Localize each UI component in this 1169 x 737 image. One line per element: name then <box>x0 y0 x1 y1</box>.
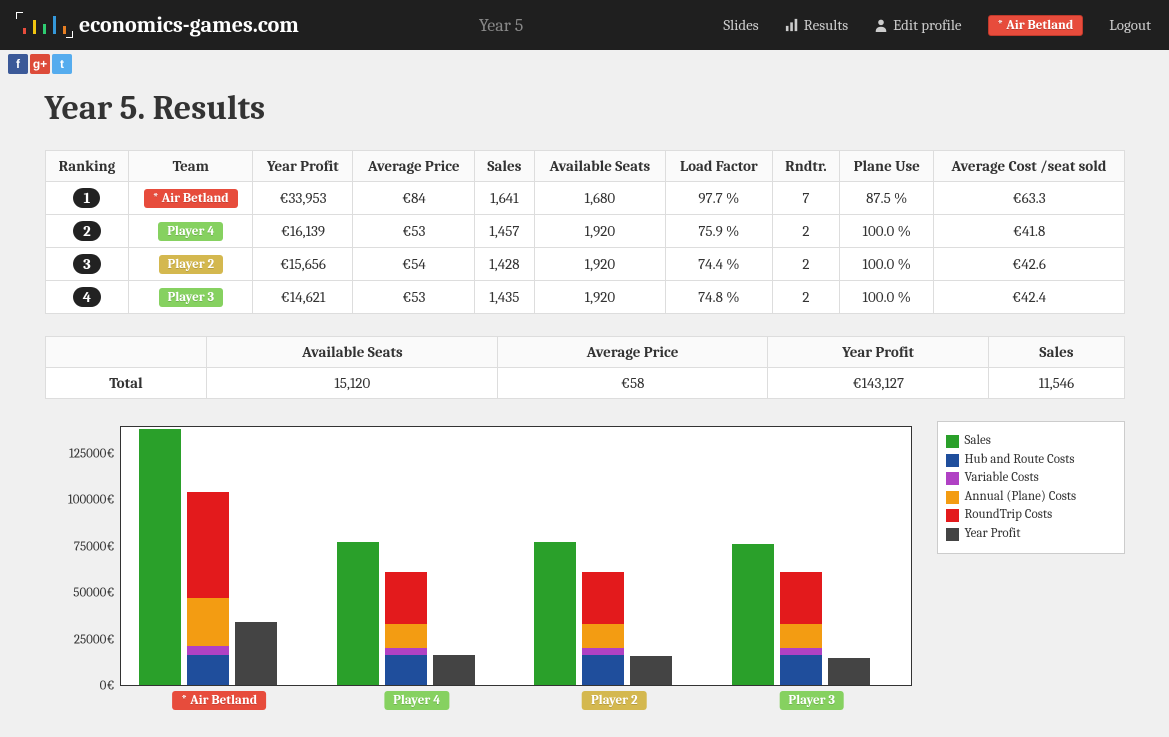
legend-item: Annual (Plane) Costs <box>946 489 1116 505</box>
tot-year-profit: €143,127 <box>767 368 989 399</box>
facebook-icon[interactable]: f <box>8 54 28 74</box>
team-badge: Player 2 <box>159 255 224 274</box>
th-year-profit: Year Profit <box>253 151 353 182</box>
th-tot-avg-price: Average Price <box>498 337 768 368</box>
bar-costs-stack <box>780 572 822 685</box>
chart-area: * Air Betland Player 4 Player 2 Player 3 0€… <box>45 421 1125 721</box>
th-team: Team <box>129 151 253 182</box>
nav-right: Slides Results Edit profile * Air Betlan… <box>723 15 1151 36</box>
tot-sales: 11,546 <box>989 368 1124 399</box>
x-category-badge: Player 4 <box>384 691 449 710</box>
results-table: Ranking Team Year Profit Average Price S… <box>45 150 1125 314</box>
y-tick-label: 0€ <box>45 679 115 694</box>
chart-legend: Sales Hub and Route Costs Variable Costs An… <box>937 421 1125 554</box>
x-category-badge: Player 2 <box>582 691 647 710</box>
y-tick-label: 100000€ <box>45 493 115 508</box>
legend-item: Variable Costs <box>946 470 1116 486</box>
th-sales: Sales <box>475 151 535 182</box>
th-plane-use: Plane Use <box>840 151 934 182</box>
bar-year-profit <box>433 655 475 685</box>
bar-costs-stack <box>385 572 427 685</box>
user-icon <box>874 18 888 32</box>
th-avg-cost-seat: Average Cost /seat sold <box>934 151 1124 182</box>
bar-costs-stack <box>582 572 624 685</box>
rank-pill: 3 <box>73 254 101 274</box>
current-player-badge[interactable]: * Air Betland <box>988 15 1084 36</box>
social-row: f g+ t <box>0 50 1169 78</box>
y-tick-label: 125000€ <box>45 446 115 461</box>
th-rndtr: Rndtr. <box>772 151 839 182</box>
legend-item: Year Profit <box>946 526 1116 542</box>
page-title: Year 5. Results <box>45 88 1125 128</box>
bar-year-profit <box>235 622 277 685</box>
th-ranking: Ranking <box>45 151 129 182</box>
navbar: economics-games.com Year 5 Slides Result… <box>0 0 1169 50</box>
th-tot-sales: Sales <box>989 337 1124 368</box>
bar-year-profit <box>630 656 672 685</box>
tot-avail-seats: 15,120 <box>207 368 498 399</box>
bar-sales <box>534 542 576 685</box>
brand[interactable]: economics-games.com <box>18 12 299 38</box>
rank-pill: 1 <box>73 188 100 208</box>
totals-table: Available Seats Average Price Year Profi… <box>45 336 1125 399</box>
team-badge: * Air Betland <box>144 189 238 208</box>
twitter-icon[interactable]: t <box>52 54 72 74</box>
bar-year-profit <box>828 658 870 685</box>
y-tick-label: 50000€ <box>45 586 115 601</box>
rank-pill: 4 <box>73 287 101 307</box>
nav-year-label: Year 5 <box>479 15 523 36</box>
chart-plot: * Air Betland Player 4 Player 2 Player 3 0€… <box>45 421 917 721</box>
th-avail-seats: Available Seats <box>534 151 665 182</box>
legend-item: Hub and Route Costs <box>946 452 1116 468</box>
legend-item: Sales <box>946 433 1116 449</box>
bar-costs-stack <box>187 492 229 685</box>
y-tick-label: 25000€ <box>45 632 115 647</box>
table-row: 2Player 4€16,139€531,4571,92075.9 %2100.… <box>45 215 1124 248</box>
th-tot-year-profit: Year Profit <box>767 337 989 368</box>
table-row: 4Player 3€14,621€531,4351,92074.8 %2100.… <box>45 281 1124 314</box>
tot-avg-price: €58 <box>498 368 768 399</box>
brand-logo-icon <box>18 14 71 36</box>
nav-edit-profile-link[interactable]: Edit profile <box>874 16 961 34</box>
nav-results-link[interactable]: Results <box>785 16 848 34</box>
y-tick-label: 75000€ <box>45 539 115 554</box>
rank-pill: 2 <box>73 221 101 241</box>
bar-chart-icon <box>785 18 799 32</box>
table-row: 1* Air Betland€33,953€841,6411,68097.7 %… <box>45 182 1124 215</box>
brand-text: economics-games.com <box>79 12 299 38</box>
th-tot-avail-seats: Available Seats <box>207 337 498 368</box>
team-badge: Player 4 <box>158 222 223 241</box>
bar-sales <box>139 429 181 685</box>
x-category-badge: Player 3 <box>779 691 844 710</box>
th-avg-price: Average Price <box>353 151 475 182</box>
bar-sales <box>732 544 774 685</box>
totals-label: Total <box>45 368 207 399</box>
nav-slides-link[interactable]: Slides <box>723 16 758 34</box>
bar-sales <box>337 542 379 685</box>
x-category-badge: * Air Betland <box>172 691 266 710</box>
nav-logout-link[interactable]: Logout <box>1109 16 1151 34</box>
legend-item: RoundTrip Costs <box>946 507 1116 523</box>
google-plus-icon[interactable]: g+ <box>30 54 50 74</box>
team-badge: Player 3 <box>159 288 224 307</box>
table-row: 3Player 2€15,656€541,4281,92074.4 %2100.… <box>45 248 1124 281</box>
th-load-factor: Load Factor <box>666 151 773 182</box>
